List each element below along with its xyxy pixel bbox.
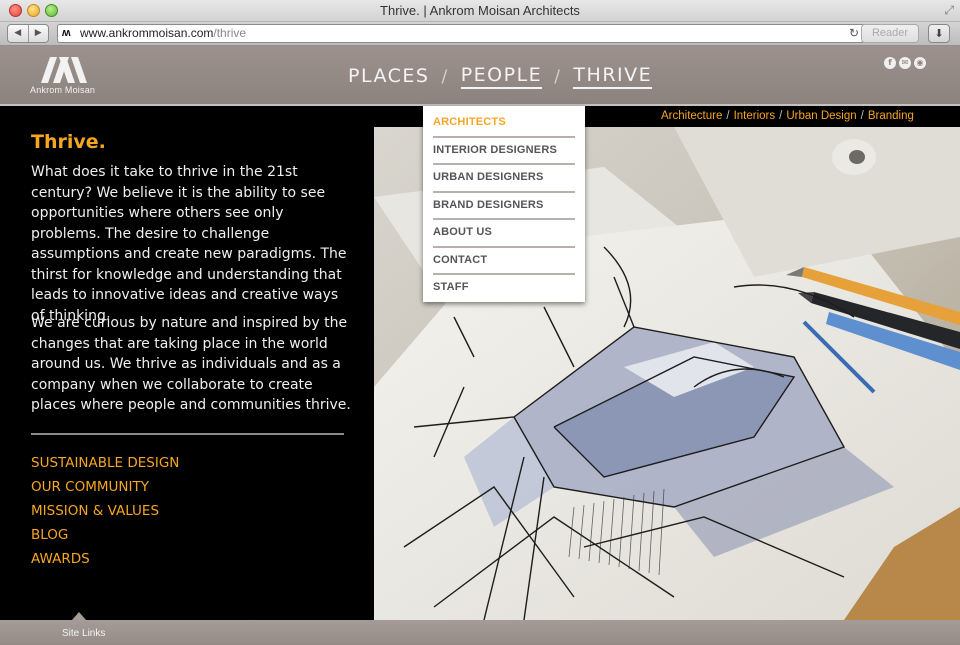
favicon-icon: ʍ bbox=[62, 27, 71, 39]
subnav-separator: / bbox=[779, 110, 783, 122]
location-icon[interactable]: ◉ bbox=[914, 57, 926, 69]
intro-paragraph-2: We are curious by nature and inspired by… bbox=[31, 315, 351, 413]
subnav-urban-design[interactable]: Urban Design bbox=[786, 110, 856, 122]
content-panel: Thrive. What does it take to thrive in t… bbox=[0, 106, 374, 620]
subnav-separator: / bbox=[860, 110, 864, 122]
site-header: Ankrom Moisan PLACES / PEOPLE / THRIVE f… bbox=[0, 46, 960, 104]
page-title: Thrive. bbox=[31, 131, 106, 153]
menu-item-urban-designers[interactable]: URBAN DESIGNERS bbox=[433, 165, 575, 193]
menu-item-interior-designers[interactable]: INTERIOR DESIGNERS bbox=[433, 138, 575, 165]
forward-button[interactable]: ▶ bbox=[27, 25, 49, 42]
site-links-toggle[interactable]: Site Links bbox=[62, 628, 105, 639]
footer-tab-arrow-icon[interactable] bbox=[72, 612, 86, 620]
header-icons: f ✉ ◉ bbox=[884, 57, 926, 69]
fullscreen-icon[interactable]: ⤢ bbox=[944, 3, 954, 18]
logo-text: Ankrom Moisan bbox=[30, 85, 96, 95]
discipline-nav: Architecture / Interiors / Urban Design … bbox=[661, 110, 914, 122]
downloads-button[interactable]: ⬇ bbox=[928, 24, 950, 43]
menu-item-about-us[interactable]: ABOUT US bbox=[433, 220, 575, 248]
section-links: SUSTAINABLE DESIGN OUR COMMUNITY MISSION… bbox=[31, 453, 179, 573]
menu-item-brand-designers[interactable]: BRAND DESIGNERS bbox=[433, 193, 575, 220]
menu-item-contact[interactable]: CONTACT bbox=[433, 248, 575, 275]
site-footer: Site Links bbox=[0, 612, 960, 645]
url-host: www.ankrommoisan.com bbox=[80, 26, 214, 40]
window-title: Thrive. | Ankrom Moisan Architects bbox=[380, 3, 580, 18]
subnav-branding[interactable]: Branding bbox=[868, 110, 914, 122]
email-icon[interactable]: ✉ bbox=[899, 57, 911, 69]
subnav-interiors[interactable]: Interiors bbox=[734, 110, 776, 122]
link-mission-values[interactable]: MISSION & VALUES bbox=[31, 501, 179, 525]
content-divider bbox=[31, 433, 344, 435]
url-path: /thrive bbox=[213, 26, 247, 40]
menu-item-staff[interactable]: STAFF bbox=[433, 275, 575, 303]
window-titlebar: Thrive. | Ankrom Moisan Architects ⤢ bbox=[0, 0, 960, 22]
logo-icon[interactable] bbox=[41, 57, 87, 87]
main-nav: PLACES / PEOPLE / THRIVE bbox=[348, 64, 653, 89]
nav-thrive[interactable]: THRIVE bbox=[573, 64, 653, 89]
nav-people[interactable]: PEOPLE bbox=[460, 64, 543, 89]
link-blog[interactable]: BLOG bbox=[31, 525, 179, 549]
address-bar[interactable]: ʍ www.ankrommoisan.com/thrive ↻ bbox=[57, 24, 865, 43]
people-dropdown-menu: ARCHITECTS INTERIOR DESIGNERS URBAN DESI… bbox=[423, 106, 585, 302]
reader-button[interactable]: Reader bbox=[861, 24, 919, 43]
link-our-community[interactable]: OUR COMMUNITY bbox=[31, 477, 179, 501]
browser-toolbar: ◀ ▶ ʍ www.ankrommoisan.com/thrive ↻ Read… bbox=[0, 22, 960, 46]
subnav-architecture[interactable]: Architecture bbox=[661, 110, 722, 122]
nav-separator: / bbox=[554, 66, 562, 87]
intro-paragraph-1: What does it take to thrive in the 21st … bbox=[31, 164, 347, 324]
subnav-separator: / bbox=[726, 110, 730, 122]
menu-item-architects[interactable]: ARCHITECTS bbox=[433, 110, 575, 138]
back-button[interactable]: ◀ bbox=[8, 25, 28, 42]
link-awards[interactable]: AWARDS bbox=[31, 549, 179, 573]
link-sustainable-design[interactable]: SUSTAINABLE DESIGN bbox=[31, 453, 179, 477]
reload-icon[interactable]: ↻ bbox=[849, 25, 859, 42]
nav-separator: / bbox=[441, 66, 449, 87]
history-buttons: ◀ ▶ bbox=[7, 24, 49, 43]
facebook-icon[interactable]: f bbox=[884, 57, 896, 69]
nav-places[interactable]: PLACES bbox=[348, 65, 429, 88]
